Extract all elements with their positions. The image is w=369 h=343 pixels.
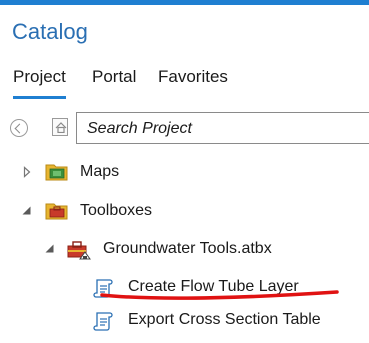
search-input[interactable] <box>85 118 369 140</box>
toolbox-icon <box>67 241 91 260</box>
home-icon[interactable] <box>52 118 68 136</box>
script-tool-icon <box>93 279 113 298</box>
tree-item-toolboxes[interactable]: Toolboxes <box>0 199 369 225</box>
caret-right-icon[interactable] <box>23 166 31 178</box>
tree-item-create-flow-tube-layer[interactable]: Create Flow Tube Layer <box>0 275 369 301</box>
tree-item-label: Maps <box>80 163 120 180</box>
tree-item-label: Export Cross Section Table <box>128 311 321 328</box>
search-project-field[interactable] <box>76 112 369 144</box>
caret-down-icon[interactable] <box>21 205 32 216</box>
tab-project[interactable]: Project <box>13 67 66 99</box>
tree-item-label: Groundwater Tools.atbx <box>103 240 272 257</box>
script-tool-icon <box>93 312 113 331</box>
tree-item-label: Create Flow Tube Layer <box>128 278 299 295</box>
back-arrow-icon[interactable] <box>10 119 28 137</box>
pane-title: Catalog <box>12 19 88 44</box>
pane-top-accent-bar <box>0 0 369 5</box>
folder-maps-icon <box>45 164 68 181</box>
tab-favorites[interactable]: Favorites <box>158 67 228 87</box>
folder-toolbox-icon <box>45 203 68 220</box>
tree-item-maps[interactable]: Maps <box>0 160 369 186</box>
tree-item-groundwater-toolbox[interactable]: Groundwater Tools.atbx <box>0 237 369 263</box>
tree-item-export-cross-section-table[interactable]: Export Cross Section Table <box>0 308 369 334</box>
caret-down-icon[interactable] <box>44 243 55 254</box>
tree-item-label: Toolboxes <box>80 202 153 219</box>
tab-portal[interactable]: Portal <box>92 67 136 87</box>
